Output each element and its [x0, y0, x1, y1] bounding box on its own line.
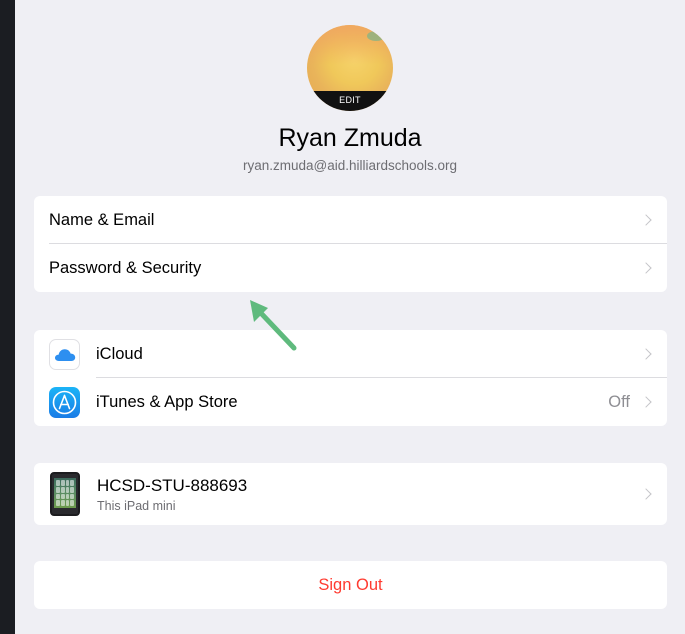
chevron-right-icon — [640, 488, 652, 500]
avatar-photo-detail — [367, 31, 385, 41]
account-group: Name & Email Password & Security — [34, 196, 667, 292]
device-row[interactable]: HCSD-STU-888693 This iPad mini — [34, 463, 667, 525]
ipad-icon — [50, 472, 80, 516]
device-name: HCSD-STU-888693 — [97, 476, 248, 495]
chevron-right-icon — [640, 214, 652, 226]
icloud-row[interactable]: iCloud — [34, 330, 667, 378]
itunes-app-store-value: Off — [608, 392, 630, 411]
avatar-edit-label[interactable]: EDIT — [307, 91, 393, 111]
chevron-right-icon — [640, 262, 652, 274]
icloud-icon — [49, 339, 80, 370]
icloud-label: iCloud — [96, 344, 143, 363]
profile-email: ryan.zmuda@aid.hilliardschools.org — [242, 158, 458, 173]
app-store-icon — [49, 387, 80, 418]
avatar[interactable]: EDIT — [307, 25, 393, 111]
sign-out-button[interactable]: Sign Out — [34, 561, 667, 609]
name-email-label: Name & Email — [49, 210, 155, 229]
apple-id-settings-panel: EDIT Ryan Zmuda ryan.zmuda@aid.hilliards… — [15, 0, 685, 634]
green-arrow-icon — [250, 300, 297, 351]
devices-group: HCSD-STU-888693 This iPad mini — [34, 463, 667, 525]
password-security-row[interactable]: Password & Security — [34, 244, 667, 292]
left-edge — [0, 0, 15, 634]
itunes-app-store-label: iTunes & App Store — [96, 392, 238, 411]
profile-name: Ryan Zmuda — [278, 124, 422, 152]
password-security-label: Password & Security — [49, 258, 202, 277]
chevron-right-icon — [640, 348, 652, 360]
name-email-row[interactable]: Name & Email — [34, 196, 667, 244]
chevron-right-icon — [640, 396, 652, 408]
device-subtitle: This iPad mini — [97, 499, 176, 513]
itunes-app-store-row[interactable]: iTunes & App Store Off — [34, 378, 667, 426]
services-group: iCloud iTunes & App Store Off — [34, 330, 667, 426]
